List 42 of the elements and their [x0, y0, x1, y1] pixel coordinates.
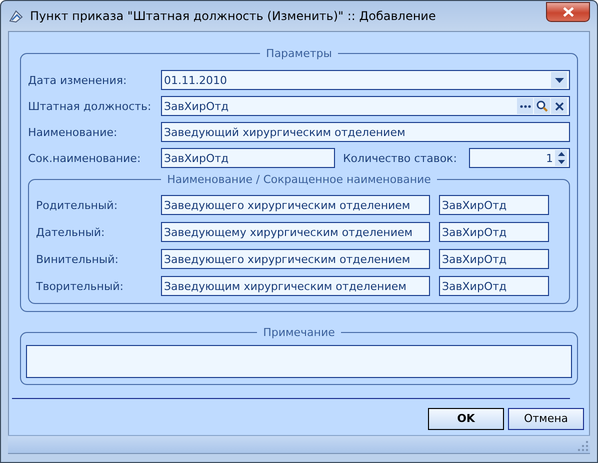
short-name-field[interactable]: ЗавХирОтд	[439, 249, 549, 269]
window-title: Пункт приказа "Штатная должность (Изменить)" :: Добавление	[30, 9, 437, 23]
field-label: Наименование:	[28, 126, 118, 138]
clear-button[interactable]	[551, 98, 567, 114]
field-label: Сок.наименование:	[28, 152, 142, 164]
name-field[interactable]: Заведующему хирургическим отделением	[161, 222, 430, 242]
dialog-button[interactable]: OK	[428, 408, 504, 430]
name-field[interactable]: Заведующий хирургическим отделением	[161, 122, 570, 142]
short-name-field[interactable]: ЗавХирОтд	[439, 276, 549, 296]
dialog-button[interactable]: Отмена	[508, 408, 584, 430]
field-label: Винительный:	[36, 252, 120, 266]
browse-button[interactable]	[517, 98, 533, 114]
search-button[interactable]	[534, 98, 550, 114]
increment-button[interactable]	[555, 150, 567, 158]
ellipsis-icon	[520, 104, 530, 108]
caret-icon	[554, 78, 564, 82]
short-name-field[interactable]: ЗавХирОтд	[439, 222, 549, 242]
name-field[interactable]: Заведующего хирургическим отделением	[161, 249, 430, 269]
close-icon	[562, 6, 574, 16]
group-title: Параметры	[260, 46, 338, 61]
field-label: Штатная должность:	[28, 100, 152, 112]
field-label: Творительный:	[36, 280, 124, 292]
decrement-button[interactable]	[555, 158, 567, 166]
field-label: Дательный:	[36, 226, 106, 238]
name-field[interactable]: Заведующим хирургическим отделением	[161, 276, 430, 296]
up-arrow-icon	[558, 152, 564, 156]
field-label: Количество ставок:	[342, 152, 458, 164]
note-field[interactable]	[26, 345, 572, 378]
group-title: Наименование / Сокращенное наименование	[161, 172, 437, 187]
short-name-field[interactable]: ЗавХирОтд	[439, 195, 549, 215]
close-button[interactable]	[546, 2, 590, 22]
field-label: Родительный:	[36, 198, 119, 212]
app-icon	[8, 8, 24, 24]
resize-grip-icon	[578, 441, 588, 451]
close-icon	[554, 102, 564, 110]
down-arrow-icon	[558, 160, 564, 164]
short-name-field[interactable]: ЗавХирОтд	[161, 148, 335, 168]
field-label: Дата изменения:	[28, 74, 128, 86]
search-icon	[536, 100, 548, 112]
group-title: Примечание	[257, 325, 341, 340]
dropdown-button[interactable]	[551, 72, 567, 88]
name-field[interactable]: Заведующего хирургическим отделением	[161, 195, 430, 215]
